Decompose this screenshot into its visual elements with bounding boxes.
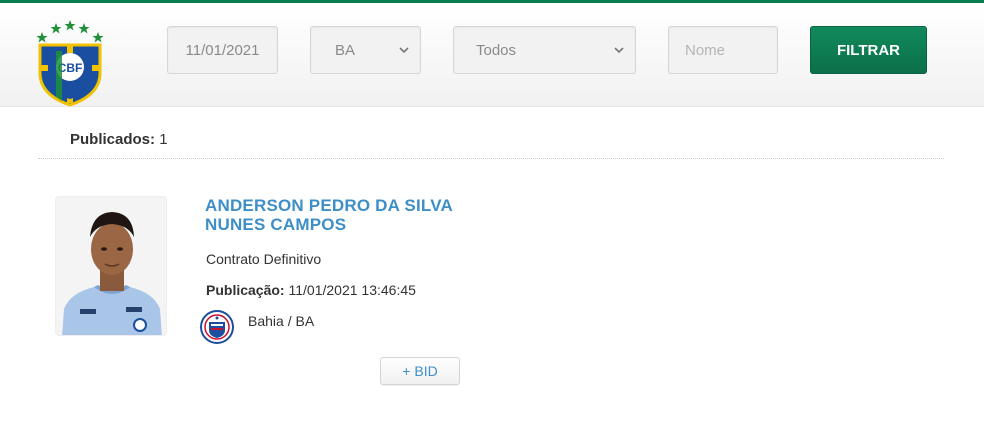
club-name: Bahia / BA <box>248 313 315 329</box>
chevron-down-icon <box>399 47 409 54</box>
cbf-crest-icon: CBF <box>36 20 104 107</box>
chevron-down-icon <box>614 47 624 54</box>
published-number: 1 <box>159 131 168 148</box>
type-select[interactable]: Todos <box>453 26 636 74</box>
athlete-name[interactable]: ANDERSON PEDRO DA SILVA NUNES CAMPOS <box>205 196 495 234</box>
publication-info: Publicação: 11/01/2021 13:46:45 <box>206 282 416 298</box>
publication-datetime: 11/01/2021 13:46:45 <box>288 282 416 298</box>
athlete-name-line2: NUNES CAMPOS <box>205 215 347 234</box>
contract-type: Contrato Definitivo <box>206 251 322 267</box>
filter-header: CBF 11/01/2021 BA Todos Nome FILTRAR <box>0 3 984 107</box>
name-input[interactable]: Nome <box>668 26 778 74</box>
state-select[interactable]: BA <box>310 26 421 74</box>
name-input-placeholder: Nome <box>685 41 726 59</box>
published-label: Publicados: <box>70 131 156 148</box>
divider <box>38 158 944 159</box>
date-filter-input[interactable]: 11/01/2021 <box>167 26 278 74</box>
state-select-value: BA <box>335 41 356 59</box>
publication-label: Publicação: <box>206 282 285 298</box>
date-filter-value: 11/01/2021 <box>185 41 260 59</box>
filter-button[interactable]: FILTRAR <box>810 26 927 74</box>
type-select-value: Todos <box>476 41 517 59</box>
athlete-photo <box>55 196 167 336</box>
published-count: Publicados: 1 <box>70 131 168 148</box>
athlete-name-line1: ANDERSON PEDRO DA SILVA <box>205 196 453 215</box>
bid-button[interactable]: + BID <box>380 357 460 385</box>
bahia-crest-icon <box>200 310 234 344</box>
